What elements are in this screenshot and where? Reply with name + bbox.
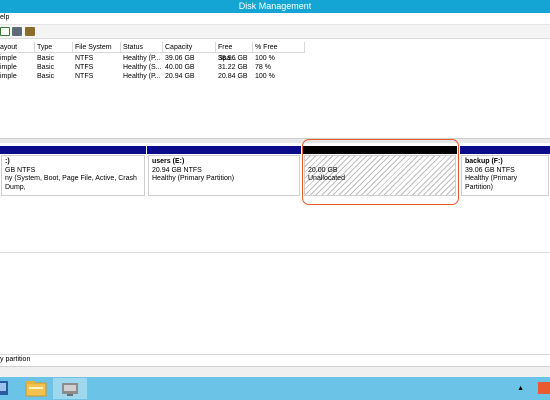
refresh-icon[interactable] xyxy=(25,27,35,36)
file-explorer-icon[interactable] xyxy=(19,378,53,399)
partition-bar xyxy=(147,146,301,154)
partition-backup[interactable]: backup (F:) 39.06 GB NTFS Healthy (Prima… xyxy=(460,146,550,196)
divider xyxy=(0,252,550,253)
table-cell: imple xyxy=(0,73,17,80)
partition-body: :) GB NTFS ny (System, Boot, Page File, … xyxy=(1,155,145,196)
partition-system[interactable]: :) GB NTFS ny (System, Boot, Page File, … xyxy=(0,146,146,196)
legend-label: y partition xyxy=(0,356,31,363)
window-title: Disk Management xyxy=(0,0,550,13)
disk-graphical-view: :) GB NTFS ny (System, Boot, Page File, … xyxy=(0,143,550,355)
partition-body: backup (F:) 39.06 GB NTFS Healthy (Prima… xyxy=(461,155,549,196)
partition-status: ny (System, Boot, Page File, Active, Cra… xyxy=(5,175,137,191)
partition-bar xyxy=(0,146,146,154)
computer-management-icon[interactable] xyxy=(53,378,87,399)
status-bar xyxy=(0,366,550,377)
table-cell: Basic xyxy=(37,73,55,80)
table-cell: 20.84 GB xyxy=(218,73,248,80)
column-header-percent-free[interactable]: % Free xyxy=(253,42,305,53)
taskbar: ▲ xyxy=(0,377,550,400)
properties-icon[interactable] xyxy=(0,27,10,36)
table-row[interactable]: imple Basic NTFS Healthy (P... 20.94 GB … xyxy=(0,72,305,82)
volume-list-header: ayout Type File System Status Capacity F… xyxy=(0,42,305,62)
legend: y partition xyxy=(0,354,550,365)
partition-name: :) xyxy=(5,158,10,165)
volume-list: ayout Type File System Status Capacity F… xyxy=(0,42,550,138)
column-header-type[interactable]: Type xyxy=(35,42,73,53)
partition-status: Healthy (Primary Partition) xyxy=(465,175,518,191)
column-header-file-system[interactable]: File System xyxy=(73,42,121,53)
table-cell: 20.94 GB xyxy=(165,73,195,80)
help-icon[interactable] xyxy=(12,27,22,36)
partition-size: 39.06 GB NTFS xyxy=(465,166,515,174)
partition-bar xyxy=(460,146,550,154)
partition-users[interactable]: users (E:) 20.94 GB NTFS Healthy (Primar… xyxy=(147,146,301,196)
column-header-status[interactable]: Status xyxy=(121,42,163,53)
partition-name: backup (F:) xyxy=(465,158,503,165)
selection-highlight xyxy=(302,139,459,205)
action-center-flag-icon[interactable] xyxy=(538,382,550,394)
tray-chevron-up-icon[interactable]: ▲ xyxy=(517,385,524,392)
menu-bar: elp xyxy=(0,13,550,25)
partition-body: users (E:) 20.94 GB NTFS Healthy (Primar… xyxy=(148,155,300,196)
table-cell: NTFS xyxy=(75,73,94,80)
table-cell: Healthy (P... xyxy=(123,73,161,80)
partition-size: GB NTFS xyxy=(5,166,36,174)
partition-name: users (E:) xyxy=(152,158,185,165)
partition-status: Healthy (Primary Partition) xyxy=(152,175,235,182)
toolbar xyxy=(0,25,550,39)
column-header-layout[interactable]: ayout xyxy=(0,42,35,53)
table-cell: 100 % xyxy=(255,73,275,80)
partition-size: 20.94 GB NTFS xyxy=(152,166,202,174)
column-header-free-space[interactable]: Free Spa... xyxy=(216,42,253,62)
column-header-capacity[interactable]: Capacity xyxy=(163,42,216,53)
menu-item-help[interactable]: elp xyxy=(0,14,9,21)
